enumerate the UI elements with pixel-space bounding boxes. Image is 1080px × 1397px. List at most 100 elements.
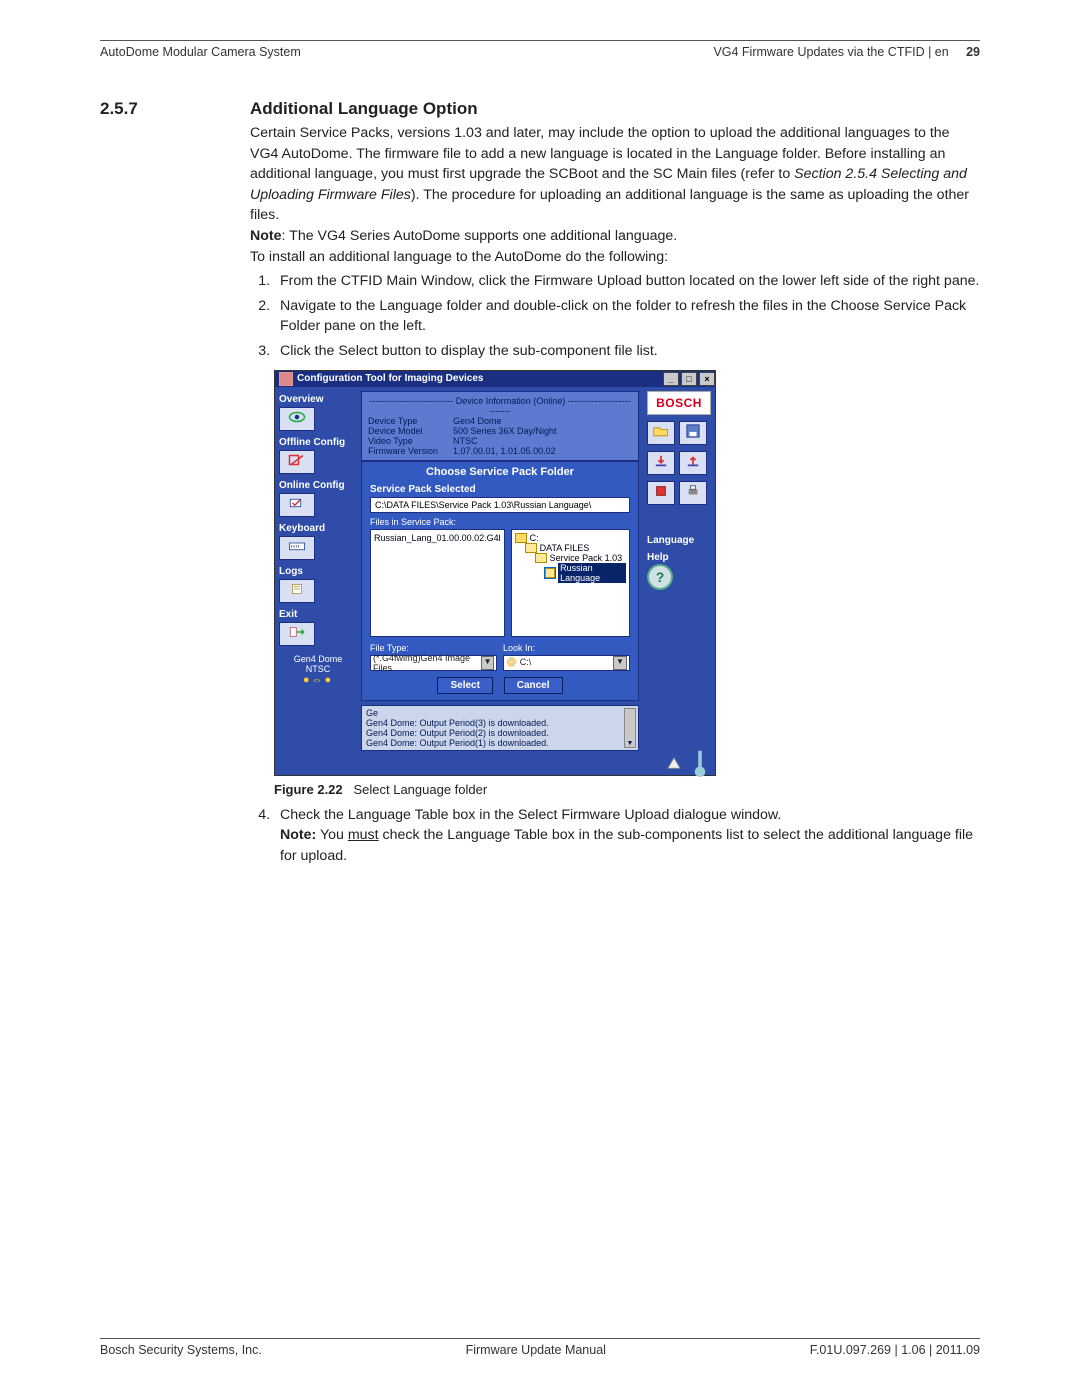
tree-node-c[interactable]: C: — [530, 533, 539, 543]
upload-icon — [685, 454, 701, 471]
info-val-2: NTSC — [453, 436, 632, 446]
info-key-0: Device Type — [368, 416, 453, 426]
nav-logs-button[interactable] — [279, 579, 315, 603]
logs-icon — [288, 582, 306, 599]
folder-tree[interactable]: C: DATA FILES Service Pack 1.03 Russian … — [511, 529, 630, 637]
nav-exit-button[interactable] — [279, 622, 315, 646]
step-4: Check the Language Table box in the Sele… — [274, 805, 980, 867]
step-3: Click the Select button to display the s… — [274, 341, 980, 362]
tree-node-datafiles[interactable]: DATA FILES — [540, 543, 590, 553]
folder-icon — [525, 543, 537, 553]
folder-open-icon — [545, 568, 556, 578]
cancel-button[interactable]: Cancel — [504, 677, 563, 694]
dropdown-arrow-icon[interactable]: ▼ — [481, 656, 494, 670]
folder-open-icon — [653, 424, 669, 441]
nav-offline-label: Offline Config — [279, 437, 357, 448]
config-online-icon — [288, 496, 306, 513]
nav-footer-model: Gen4 Dome — [279, 654, 357, 664]
page-number: 29 — [966, 45, 980, 59]
file-listbox[interactable]: Russian_Lang_01.00.00.02.G4l — [370, 529, 505, 637]
nav-device-footer: Gen4 Dome NTSC ●⇔● — [279, 654, 357, 686]
info-val-1: 500 Series 36X Day/Night — [453, 426, 632, 436]
paragraph-1: Certain Service Packs, versions 1.03 and… — [250, 123, 980, 226]
info-val-0: Gen4 Dome — [453, 416, 632, 426]
dropdown-arrow-icon[interactable]: ▼ — [613, 656, 627, 670]
help-button[interactable]: ? — [647, 566, 673, 588]
choose-folder-dialog: Choose Service Pack Folder Service Pack … — [361, 461, 639, 701]
eye-icon — [288, 410, 306, 427]
info-key-3: Firmware Version — [368, 446, 453, 456]
open-folder-button[interactable] — [647, 421, 675, 445]
files-in-pack-label: Files in Service Pack: — [370, 517, 505, 527]
note-text: : The VG4 Series AutoDome supports one a… — [282, 228, 678, 244]
folder-icon — [535, 553, 547, 563]
file-item[interactable]: Russian_Lang_01.00.00.02.G4l — [374, 533, 501, 543]
section-title: Additional Language Option — [250, 99, 980, 119]
figure-caption: Figure 2.22 Select Language folder — [274, 782, 980, 797]
language-label: Language — [647, 535, 711, 546]
log-scrollbar[interactable] — [624, 708, 636, 748]
note-line: Note: The VG4 Series AutoDome supports o… — [250, 226, 980, 247]
nav-offline-button[interactable] — [279, 450, 315, 474]
window-titlebar: Configuration Tool for Imaging Devices _… — [275, 371, 715, 387]
nav-keyboard-button[interactable] — [279, 536, 315, 560]
header-left: AutoDome Modular Camera System — [100, 45, 301, 59]
lookin-dropdown[interactable]: 📀 C:\ ▼ — [503, 655, 630, 671]
service-pack-selected-label: Service Pack Selected — [362, 484, 638, 497]
steps-list-bottom: Check the Language Table box in the Sele… — [250, 805, 980, 867]
footer-center: Firmware Update Manual — [262, 1343, 810, 1357]
minimize-button[interactable]: _ — [663, 372, 679, 386]
step-4-line1: Check the Language Table box in the Sele… — [280, 807, 781, 823]
log-line: Gen4 Dome: Output Period(1) is downloade… — [366, 738, 626, 748]
filetype-value: (*.G4fwimg)Gen4 Image Files — [373, 653, 481, 673]
brand-logo: BOSCH — [647, 391, 711, 415]
selected-path-field[interactable]: C:\DATA FILES\Service Pack 1.03\Russian … — [370, 497, 630, 513]
tree-node-sp[interactable]: Service Pack 1.03 — [550, 553, 623, 563]
thermometer-icon — [693, 755, 707, 771]
statusbar — [275, 751, 715, 775]
info-key-1: Device Model — [368, 426, 453, 436]
lookin-label: Look In: — [503, 643, 630, 653]
status-dots-icon: ●⇔● — [279, 674, 357, 686]
nav-exit-label: Exit — [279, 609, 357, 620]
exit-icon — [288, 625, 306, 642]
footer-left: Bosch Security Systems, Inc. — [100, 1343, 262, 1357]
nav-online-label: Online Config — [279, 480, 357, 491]
filetype-dropdown[interactable]: (*.G4fwimg)Gen4 Image Files ▼ — [370, 655, 497, 671]
window-title: Configuration Tool for Imaging Devices — [297, 373, 661, 384]
log-line: Ge — [366, 708, 626, 718]
info-key-2: Video Type — [368, 436, 453, 446]
nav-overview-button[interactable] — [279, 407, 315, 431]
nav-logs-label: Logs — [279, 566, 357, 577]
step-4-b2: check the Language Table box in the sub-… — [280, 827, 973, 864]
step-1: From the CTFID Main Window, click the Fi… — [274, 271, 980, 292]
figure-label: Figure 2.22 — [274, 782, 343, 797]
page-footer: Bosch Security Systems, Inc. Firmware Up… — [100, 1343, 980, 1357]
firmware-upload-button[interactable] — [647, 481, 675, 505]
filetype-label: File Type: — [370, 643, 497, 653]
log-line: Gen4 Dome: Output Period(2) is downloade… — [366, 728, 626, 738]
keyboard-icon — [288, 539, 306, 556]
help-label: Help — [647, 552, 711, 563]
nav-keyboard-label: Keyboard — [279, 523, 357, 534]
nav-footer-video: NTSC — [279, 664, 357, 674]
select-button[interactable]: Select — [437, 677, 492, 694]
tree-node-lang[interactable]: Russian Language — [558, 563, 626, 583]
download-button[interactable] — [647, 451, 675, 475]
upload-button[interactable] — [679, 451, 707, 475]
folder-tree-label — [511, 517, 630, 527]
step-4-must: must — [348, 827, 379, 843]
save-button[interactable] — [679, 421, 707, 445]
nav-online-button[interactable] — [279, 493, 315, 517]
close-button[interactable]: × — [699, 372, 715, 386]
floppy-disk-icon — [685, 424, 701, 441]
nav-overview-label: Overview — [279, 394, 357, 405]
footer-right: F.01U.097.269 | 1.06 | 2011.09 — [810, 1343, 980, 1357]
note-label: Note — [250, 228, 282, 244]
maximize-button[interactable]: □ — [681, 372, 697, 386]
drive-icon: 📀 — [506, 657, 517, 667]
header-right: VG4 Firmware Updates via the CTFID | en — [713, 45, 948, 59]
warning-icon — [667, 755, 681, 771]
print-button[interactable] — [679, 481, 707, 505]
steps-list-top: From the CTFID Main Window, click the Fi… — [250, 271, 980, 361]
